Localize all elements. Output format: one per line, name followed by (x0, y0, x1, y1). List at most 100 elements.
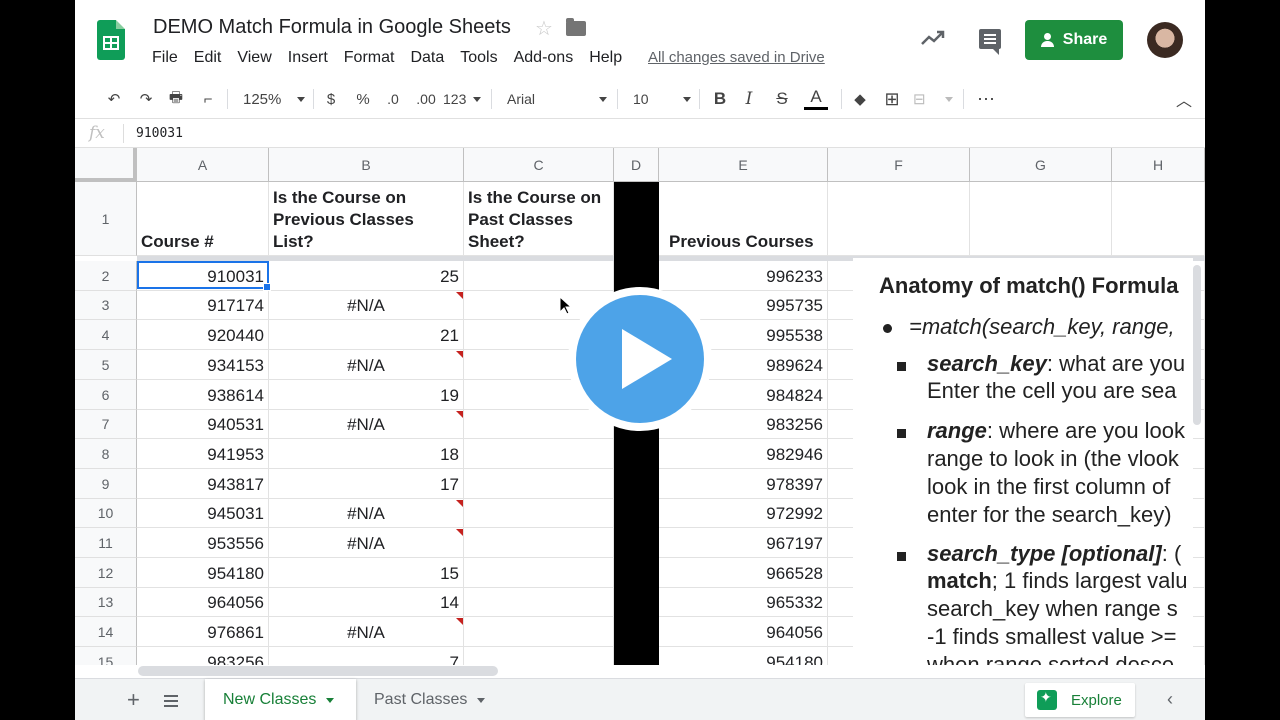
cell-a10[interactable]: 945031 (137, 499, 269, 528)
cell-a3[interactable]: 917174 (137, 291, 269, 320)
share-button[interactable]: Share (1025, 20, 1123, 60)
comments-icon[interactable] (979, 29, 1001, 55)
error-indicator-marker[interactable] (456, 618, 463, 625)
percent-format-button[interactable]: % (354, 88, 372, 110)
increase-decimal-button[interactable]: .00 (411, 88, 441, 110)
cell-a11[interactable]: 953556 (137, 528, 269, 558)
cell-c14[interactable] (464, 617, 614, 647)
menu-insert[interactable]: Insert (288, 49, 328, 67)
column-header-d[interactable]: D (614, 148, 659, 182)
cell-b12[interactable]: 15 (269, 558, 464, 588)
cell-a8[interactable]: 941953 (137, 439, 269, 469)
more-formats-select[interactable]: 123 (443, 88, 481, 110)
paint-format-icon[interactable]: ⌐ (197, 88, 219, 110)
cell-b3[interactable]: #N/A (269, 291, 464, 320)
font-select[interactable]: Arial (507, 88, 607, 110)
cell-e9[interactable]: 978397 (659, 469, 828, 499)
menu-format[interactable]: Format (344, 49, 395, 67)
tab-new-classes[interactable]: New Classes (205, 679, 356, 720)
row-header-15[interactable]: 15 (75, 647, 137, 665)
column-header-a[interactable]: A (137, 148, 269, 182)
chevron-left-icon[interactable]: ‹ (1167, 689, 1173, 710)
row-header-5[interactable]: 5 (75, 350, 137, 380)
video-play-button[interactable] (568, 287, 712, 431)
cell-c13[interactable] (464, 588, 614, 617)
error-indicator-marker[interactable] (456, 500, 463, 507)
cell-g1[interactable] (970, 182, 1112, 256)
cell-b15[interactable]: 7 (269, 647, 464, 665)
menu-edit[interactable]: Edit (194, 49, 222, 67)
row-header-7[interactable]: 7 (75, 410, 137, 439)
all-sheets-icon[interactable] (164, 695, 178, 707)
cell-a7[interactable]: 940531 (137, 410, 269, 439)
collapse-menu-icon[interactable]: ︿ (1173, 88, 1195, 110)
cell-b7[interactable]: #N/A (269, 410, 464, 439)
embedded-slide-image[interactable]: Anatomy of match() Formula =match(search… (853, 258, 1193, 665)
cell-c7[interactable] (464, 410, 614, 439)
cell-b1[interactable]: Is the Course on Previous Classes List? (269, 182, 464, 256)
row-header-11[interactable]: 11 (75, 528, 137, 558)
fill-color-icon[interactable]: ◆ (849, 88, 871, 110)
cell-f1[interactable] (828, 182, 970, 256)
cell-c12[interactable] (464, 558, 614, 588)
error-indicator-marker[interactable] (456, 411, 463, 418)
menu-tools[interactable]: Tools (460, 49, 497, 67)
cell-b11[interactable]: #N/A (269, 528, 464, 558)
cell-a12[interactable]: 954180 (137, 558, 269, 588)
cell-c2[interactable] (464, 261, 614, 291)
horizontal-scrollbar[interactable] (138, 666, 498, 676)
cell-b5[interactable]: #N/A (269, 350, 464, 380)
cell-a15[interactable]: 983256 (137, 647, 269, 665)
cell-b4[interactable]: 21 (269, 320, 464, 350)
cell-b9[interactable]: 17 (269, 469, 464, 499)
cell-a14[interactable]: 976861 (137, 617, 269, 647)
column-header-h[interactable]: H (1112, 148, 1205, 182)
cell-c1[interactable]: Is the Course on Past Classes Sheet? (464, 182, 614, 256)
strikethrough-button[interactable]: S (774, 88, 790, 110)
column-header-g[interactable]: G (970, 148, 1112, 182)
italic-button[interactable]: I (741, 88, 757, 110)
row-header-1[interactable]: 1 (75, 182, 137, 256)
cell-b6[interactable]: 19 (269, 380, 464, 410)
menu-data[interactable]: Data (410, 49, 444, 67)
tab-past-classes[interactable]: Past Classes (356, 679, 503, 720)
font-size-select[interactable]: 10 (633, 88, 691, 110)
cell-a13[interactable]: 964056 (137, 588, 269, 617)
row-header-10[interactable]: 10 (75, 499, 137, 528)
more-options-icon[interactable]: ⋯ (975, 88, 997, 110)
column-header-b[interactable]: B (269, 148, 464, 182)
formula-input[interactable]: 910031 (136, 126, 183, 141)
cell-b2[interactable]: 25 (269, 261, 464, 291)
cell-e10[interactable]: 972992 (659, 499, 828, 528)
menu-view[interactable]: View (237, 49, 271, 67)
cell-h1[interactable] (1112, 182, 1205, 256)
row-header-2[interactable]: 2 (75, 261, 137, 291)
error-indicator-marker[interactable] (456, 529, 463, 536)
text-color-button[interactable]: A (804, 86, 828, 110)
cell-e14[interactable]: 964056 (659, 617, 828, 647)
row-header-14[interactable]: 14 (75, 617, 137, 647)
activity-trend-icon[interactable] (920, 27, 946, 49)
cell-a1[interactable]: Course # (137, 182, 269, 256)
cell-c15[interactable] (464, 647, 614, 665)
row-header-8[interactable]: 8 (75, 439, 137, 469)
cell-c8[interactable] (464, 439, 614, 469)
avatar[interactable] (1147, 22, 1183, 58)
cell-b8[interactable]: 18 (269, 439, 464, 469)
cell-c9[interactable] (464, 469, 614, 499)
cell-e8[interactable]: 982946 (659, 439, 828, 469)
row-header-9[interactable]: 9 (75, 469, 137, 499)
cell-a6[interactable]: 938614 (137, 380, 269, 410)
cell-a4[interactable]: 920440 (137, 320, 269, 350)
cell-b10[interactable]: #N/A (269, 499, 464, 528)
selected-cell-a2[interactable] (137, 261, 271, 291)
merge-cells-select[interactable]: ⊟ (913, 88, 953, 110)
add-sheet-icon[interactable]: + (127, 687, 140, 713)
decrease-decimal-button[interactable]: .0 (381, 88, 405, 110)
vertical-scrollbar[interactable] (1193, 265, 1201, 425)
currency-format-button[interactable]: $ (323, 88, 339, 110)
cell-c10[interactable] (464, 499, 614, 528)
cell-b13[interactable]: 14 (269, 588, 464, 617)
row-header-13[interactable]: 13 (75, 588, 137, 617)
menu-help[interactable]: Help (589, 49, 622, 67)
